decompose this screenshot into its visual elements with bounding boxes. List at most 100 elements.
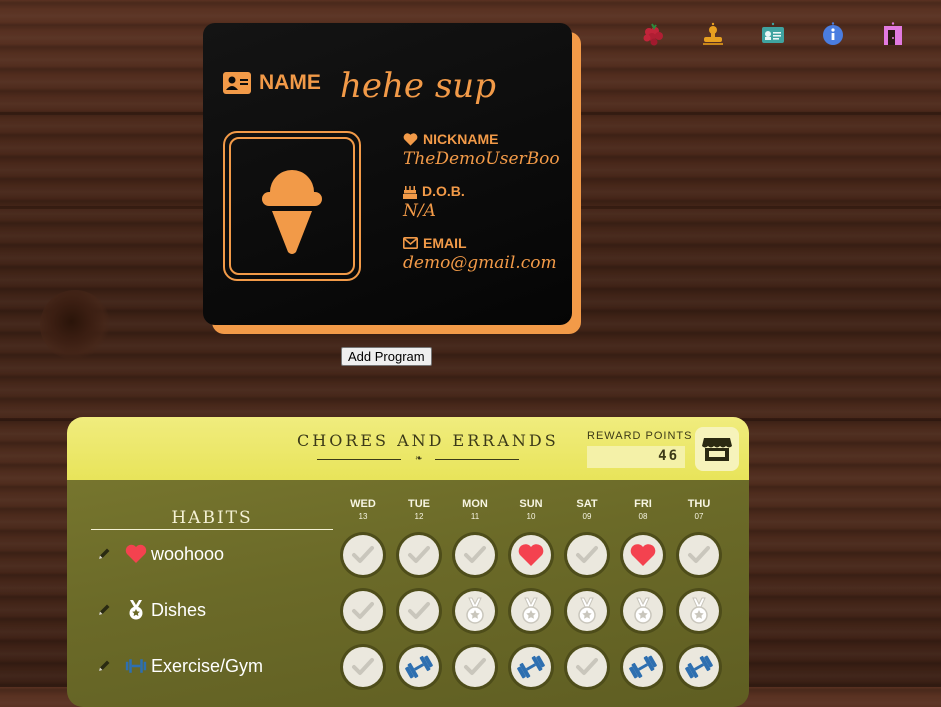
- day-column-header: SUN 10: [509, 498, 553, 521]
- habit-day-cell[interactable]: [452, 644, 498, 690]
- habit-name: woohooo: [151, 543, 225, 564]
- ornament-icon: ❧: [415, 454, 423, 464]
- email-value: demo@gmail.com: [403, 253, 557, 273]
- habit-day-cell[interactable]: [564, 532, 610, 578]
- raspberry-button[interactable]: [623, 14, 683, 54]
- avatar-frame: [229, 137, 355, 275]
- reward-points-label: REWARD POINTS: [587, 430, 693, 442]
- habit-day-cell[interactable]: [508, 532, 554, 578]
- name-row: NAME: [223, 71, 321, 95]
- habit-day-cell[interactable]: [620, 532, 666, 578]
- habit-day-cell[interactable]: [676, 644, 722, 690]
- dumbbell-icon: [399, 647, 439, 687]
- add-program-button[interactable]: Add Program: [341, 347, 432, 366]
- check-icon: [343, 591, 383, 631]
- day-date: 13: [358, 512, 368, 521]
- title-rule-left: [317, 459, 401, 460]
- stamp-button[interactable]: [683, 14, 743, 54]
- habit-day-cell[interactable]: [340, 532, 386, 578]
- medal-icon: [511, 591, 551, 631]
- check-icon: [399, 535, 439, 575]
- birthday-cake-icon: [403, 185, 417, 199]
- id-card-icon: [762, 22, 784, 43]
- habits-rule: [91, 529, 333, 530]
- store-icon: [702, 438, 732, 461]
- habit-row: woohooo: [97, 532, 224, 576]
- check-icon: [399, 591, 439, 631]
- habit-day-cell[interactable]: [340, 588, 386, 634]
- dob-field: D.O.B. N/A: [403, 183, 465, 221]
- habit-day-cell[interactable]: [452, 588, 498, 634]
- email-label: EMAIL: [423, 235, 467, 251]
- profile-card: NAME hehe sup NICKNAME TheDemoUserBoo D.: [203, 23, 572, 325]
- exit-button[interactable]: [863, 14, 923, 54]
- day-date: 08: [638, 512, 648, 521]
- medal-icon: [623, 591, 663, 631]
- habit-day-cell[interactable]: [676, 532, 722, 578]
- habit-day-cell[interactable]: [396, 588, 442, 634]
- habit-name: Dishes: [151, 599, 207, 620]
- chores-title: CHORES AND ERRANDS: [297, 431, 559, 450]
- habit-day-cell[interactable]: [620, 588, 666, 634]
- nickname-field: NICKNAME TheDemoUserBoo: [403, 131, 560, 169]
- day-column-header: MON 11: [453, 498, 497, 521]
- day-label: THU: [687, 498, 711, 510]
- habit-day-cell[interactable]: [396, 644, 442, 690]
- medal-icon: [455, 591, 495, 631]
- habit-day-cell[interactable]: [620, 644, 666, 690]
- pencil-icon[interactable]: [97, 603, 111, 617]
- reward-points-value: 46: [658, 448, 679, 464]
- habit-day-cell[interactable]: [508, 588, 554, 634]
- habits-title: HABITS: [171, 508, 253, 528]
- dumbbell-icon: [511, 647, 551, 687]
- shop-button[interactable]: [695, 427, 739, 471]
- check-icon: [343, 535, 383, 575]
- habit-day-cell[interactable]: [564, 588, 610, 634]
- check-icon: [679, 535, 719, 575]
- habit-day-cell[interactable]: [452, 532, 498, 578]
- day-column-header: TUE 12: [397, 498, 441, 521]
- heart-icon: [403, 133, 418, 146]
- check-icon: [455, 647, 495, 687]
- habit-day-cell[interactable]: [508, 644, 554, 690]
- habit-row: Dishes: [97, 588, 206, 632]
- day-label: FRI: [634, 498, 652, 510]
- habit-name: Exercise/Gym: [151, 655, 264, 676]
- day-date: 10: [526, 512, 536, 521]
- habit-day-cell[interactable]: [340, 644, 386, 690]
- avatar: [223, 131, 361, 281]
- check-icon: [567, 647, 607, 687]
- medal-icon: [567, 591, 607, 631]
- name-label: NAME: [259, 71, 321, 94]
- wood-knot: [40, 290, 110, 360]
- name-value: hehe sup: [340, 66, 496, 106]
- day-date: 09: [582, 512, 592, 521]
- pencil-icon[interactable]: [97, 547, 111, 561]
- envelope-icon: [403, 237, 418, 249]
- chores-panel-header: CHORES AND ERRANDS ❧ REWARD POINTS 46: [67, 417, 749, 480]
- nickname-value: TheDemoUserBoo: [403, 149, 560, 169]
- id-card-icon: [223, 72, 251, 94]
- info-button[interactable]: [803, 14, 863, 54]
- habit-day-cell[interactable]: [396, 532, 442, 578]
- day-column-header: SAT 09: [565, 498, 609, 521]
- dumbbell-icon: [623, 647, 663, 687]
- check-icon: [455, 535, 495, 575]
- dumbbell-icon: [679, 647, 719, 687]
- habit-day-cell[interactable]: [676, 588, 722, 634]
- heart-icon: [623, 535, 663, 575]
- nickname-label: NICKNAME: [423, 131, 499, 147]
- habit-row: Exercise/Gym: [97, 644, 263, 688]
- day-date: 07: [694, 512, 704, 521]
- heart-icon: [511, 535, 551, 575]
- dob-label: D.O.B.: [422, 183, 465, 199]
- pencil-icon[interactable]: [97, 659, 111, 673]
- id-card-button[interactable]: [743, 14, 803, 54]
- day-date: 12: [414, 512, 424, 521]
- exit-door-icon: [884, 22, 902, 45]
- habit-day-cell[interactable]: [564, 644, 610, 690]
- day-column-header: FRI 08: [621, 498, 665, 521]
- stamp-icon: [703, 22, 723, 45]
- title-rule-right: [435, 459, 519, 460]
- raspberry-icon: [643, 23, 663, 46]
